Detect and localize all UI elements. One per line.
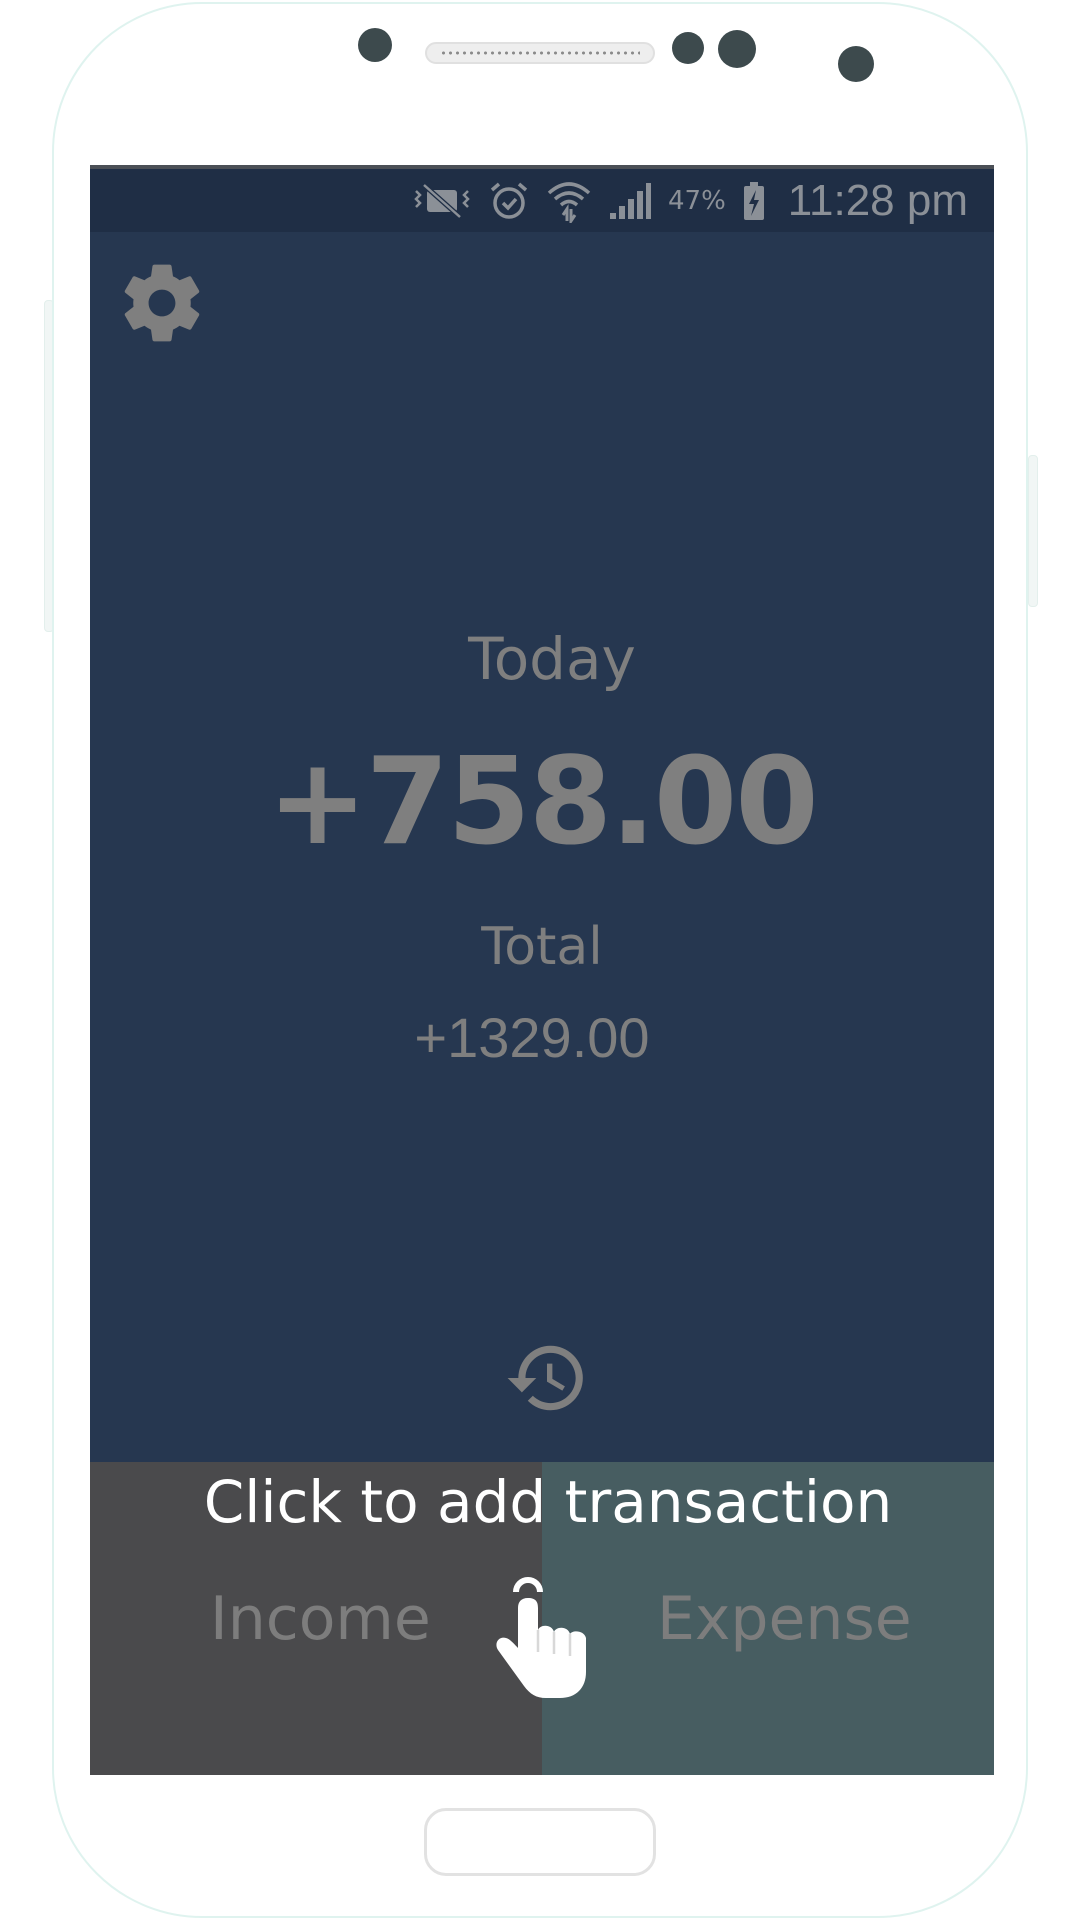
history-icon: [507, 1345, 583, 1411]
gear-icon: [124, 264, 200, 342]
history-button[interactable]: [504, 1335, 590, 1421]
power-key: [1028, 455, 1038, 607]
alarm-icon: [488, 180, 530, 222]
battery-charging-icon: [742, 181, 766, 221]
battery-percent: 47%: [668, 185, 726, 216]
hand-pointer-icon: [496, 1577, 586, 1698]
home-button[interactable]: [424, 1808, 656, 1876]
settings-button[interactable]: [116, 257, 208, 349]
total-label: Total: [481, 917, 603, 977]
today-value: +758.00: [267, 733, 819, 872]
wifi-icon: [546, 179, 592, 223]
total-value: +1329.00: [414, 1006, 650, 1069]
status-bar: 47% 11:28 pm: [90, 169, 994, 232]
light-sensor: [672, 32, 704, 64]
today-label: Today: [468, 625, 636, 693]
signal-icon: [608, 181, 652, 221]
app-screen: 47% 11:28 pm Today +758.00 Total +1329.0…: [90, 165, 994, 1775]
expense-label: Expense: [657, 1584, 912, 1654]
income-label: Income: [210, 1584, 431, 1654]
proximity-sensor: [358, 28, 392, 62]
vibrate-mute-icon: [412, 181, 472, 221]
status-time: 11:28 pm: [787, 175, 968, 225]
tutorial-hint: Click to add transaction: [203, 1468, 893, 1536]
front-camera: [838, 46, 874, 82]
light-sensor-2: [718, 30, 756, 68]
earpiece-speaker: [425, 42, 655, 64]
